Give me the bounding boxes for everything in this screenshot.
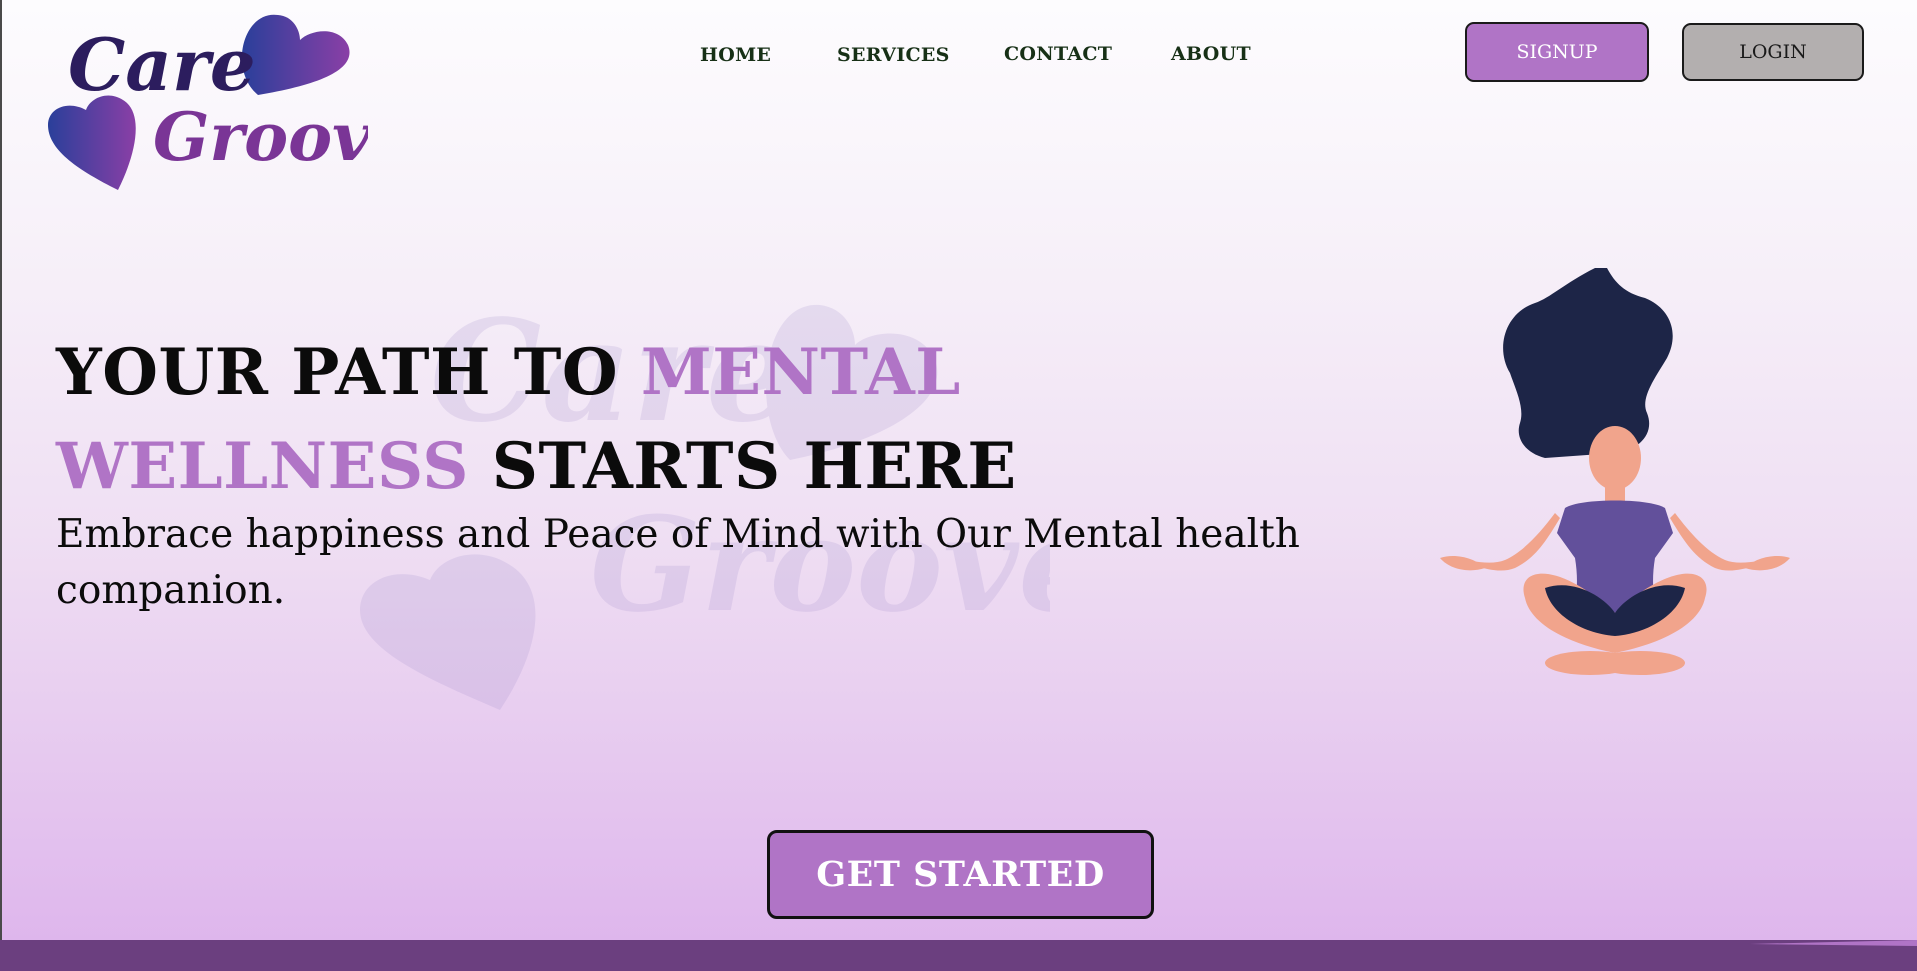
- logo-text-care: Care: [68, 22, 256, 107]
- heart-logo-icon: Care Groove: [48, 14, 413, 190]
- nav-services-link[interactable]: SERVICES: [827, 38, 960, 72]
- nav-about-link[interactable]: ABOUT: [1161, 37, 1261, 71]
- meditating-woman-illustration: [1415, 258, 1815, 698]
- hero-title-part1: YOUR PATH TO: [56, 335, 641, 410]
- get-started-button[interactable]: GET STARTED: [767, 830, 1154, 919]
- hero-title-accent-mental: MENTAL: [640, 335, 961, 410]
- nav-home-link[interactable]: HOME: [690, 38, 781, 72]
- left-edge-rule: [0, 0, 2, 971]
- brand-logo[interactable]: Care Groove: [38, 0, 413, 200]
- hero-title-accent-wellness: WELLNESS: [56, 429, 469, 504]
- footer-band: [0, 940, 1917, 971]
- hero-title-part2: STARTS HERE: [468, 429, 1017, 504]
- hero-subtitle: Embrace happiness and Peace of Mind with…: [56, 512, 1300, 613]
- signup-button[interactable]: SIGNUP: [1465, 22, 1649, 82]
- hero-title: YOUR PATH TO MENTAL WELLNESS STARTS HERE: [56, 326, 1056, 514]
- logo-text-groove: Groove: [153, 98, 368, 176]
- nav-contact-link[interactable]: CONTACT: [994, 37, 1122, 71]
- login-button[interactable]: LOGIN: [1682, 23, 1864, 81]
